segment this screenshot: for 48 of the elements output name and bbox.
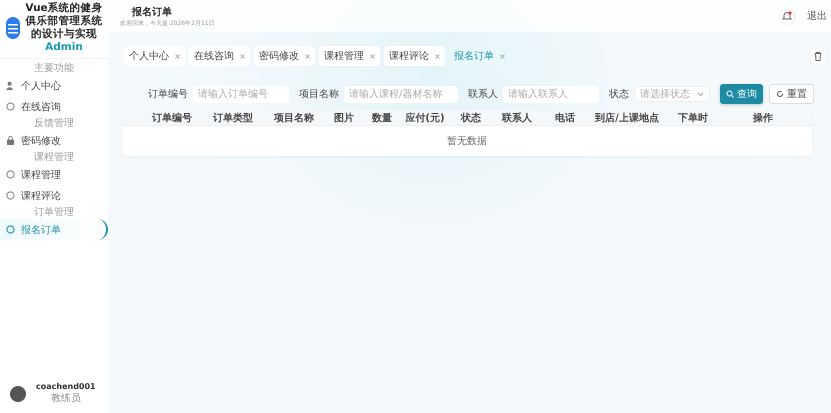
menu-section-label: 订单管理: [33, 206, 75, 219]
user-name: coachend001: [36, 382, 96, 391]
logout-link[interactable]: 退出: [807, 9, 827, 23]
user-role: 教练员: [50, 392, 82, 405]
menu-item-label: 课程评论: [21, 190, 61, 202]
menu-item-label: 密码修改: [21, 134, 61, 148]
menu-item-label: 课程管理: [21, 168, 61, 182]
menu-section-label: 主要功能: [33, 62, 75, 75]
column-header: 联系人: [500, 112, 533, 124]
column-header: 应付(元): [404, 111, 446, 124]
menu-section-label: 课程管理: [33, 151, 75, 164]
filter-input[interactable]: 请输入课程/器材名称: [344, 86, 458, 102]
column-header: 数量: [370, 112, 393, 124]
menu-item[interactable]: 个人中心: [0, 75, 108, 96]
column-header: 到店/上课地点: [594, 111, 660, 124]
column-header: 电话: [554, 112, 576, 124]
filter-label: 项目名称: [299, 88, 339, 101]
column-header: 项目名称: [272, 112, 315, 124]
menu-item[interactable]: 课程管理: [0, 164, 108, 185]
reset-button[interactable]: 重置: [769, 84, 814, 104]
column-header: 图片: [333, 112, 355, 124]
page-tab[interactable]: 个人中心: [124, 46, 185, 66]
menu-item-label: 在线咨询: [21, 100, 61, 114]
column-header: 状态: [460, 112, 482, 124]
menu-item-label: 个人中心: [21, 80, 61, 92]
menu-item-label: 报名订单: [21, 224, 61, 236]
menu-section-label: 反馈管理: [33, 117, 75, 130]
filter-label: 状态: [609, 88, 629, 101]
column-header: 订单类型: [212, 112, 254, 124]
column-header: 订单编号: [150, 112, 193, 124]
page-tab[interactable]: 密码修改: [254, 46, 315, 66]
filter-label: 订单编号: [148, 88, 188, 101]
column-header: 操作: [752, 112, 774, 124]
column-header: 下单时: [677, 112, 709, 124]
filter-input[interactable]: 请输入订单编号: [193, 86, 289, 102]
menu-item[interactable]: 在线咨询: [0, 96, 108, 117]
filter-label: 联系人: [468, 88, 498, 101]
page-tab[interactable]: 课程评论: [384, 46, 445, 66]
page-tab[interactable]: 课程管理: [319, 46, 380, 66]
menu-item[interactable]: 密码修改: [0, 130, 108, 151]
filter-input[interactable]: 请输入联系人: [503, 86, 599, 102]
app-title: Vue系统的健身俱乐部管理系统的设计与实现 Admin: [24, 2, 104, 54]
menu-item[interactable]: 课程评论: [0, 185, 108, 206]
page-tab[interactable]: 在线咨询: [189, 46, 250, 66]
menu-item[interactable]: 报名订单: [0, 219, 108, 240]
empty-message: 暂无数据: [446, 134, 488, 149]
page-title: 报名订单: [132, 6, 173, 18]
search-button[interactable]: 查询: [720, 84, 763, 104]
